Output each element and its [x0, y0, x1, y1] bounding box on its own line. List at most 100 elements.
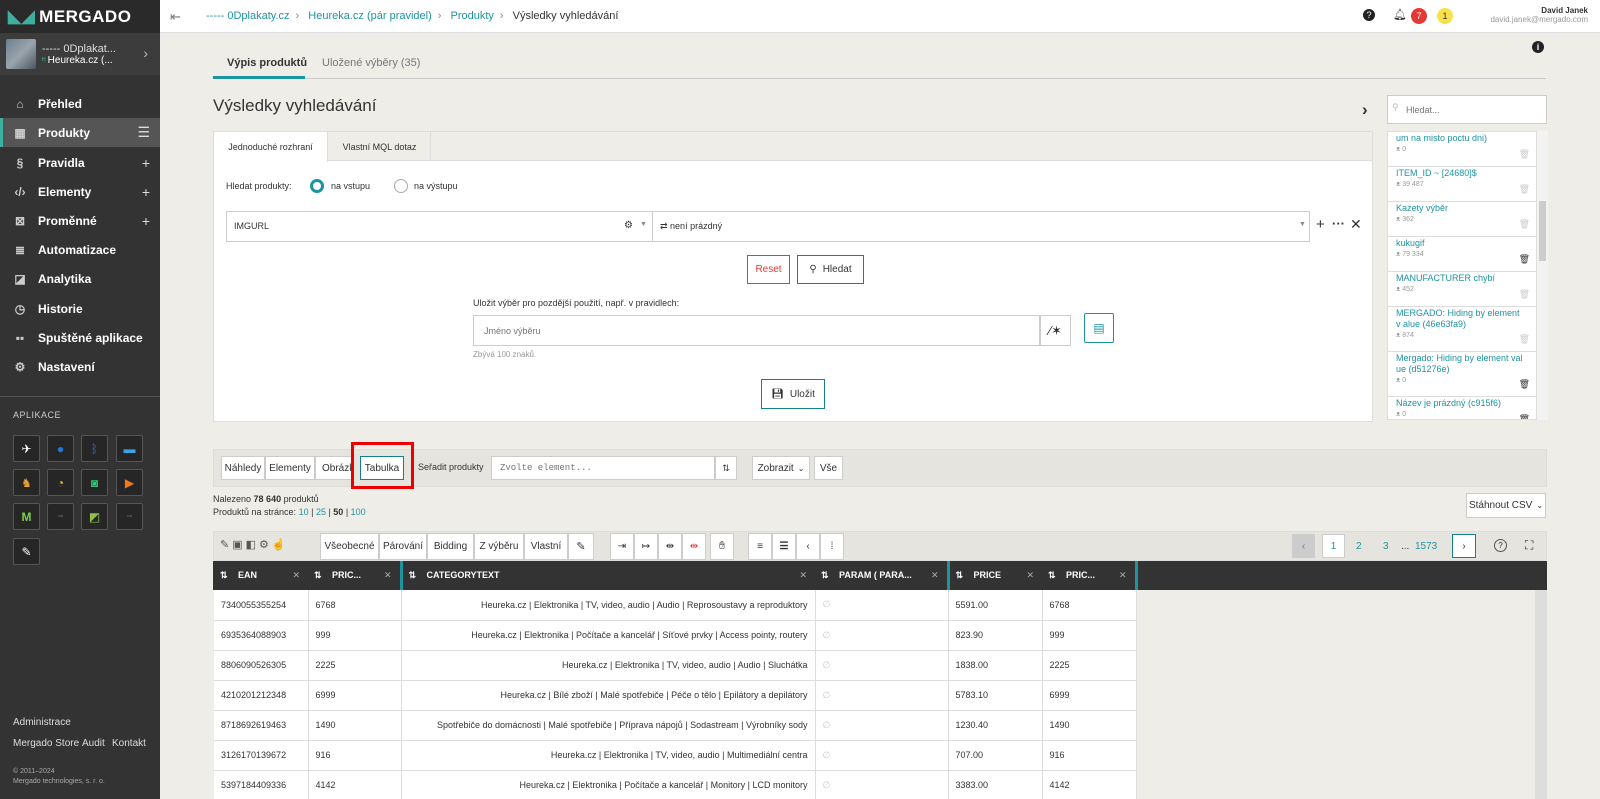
- info-icon[interactable]: i: [1532, 41, 1544, 53]
- table-cell[interactable]: 916: [1042, 740, 1137, 771]
- saved-selection-item[interactable]: Mergado: Hiding by element val ue (d5127…: [1388, 352, 1536, 397]
- help-icon[interactable]: ?: [1494, 539, 1507, 552]
- table-cell[interactable]: Heureka.cz | Elektronika | TV, video, au…: [401, 740, 816, 771]
- help-icon[interactable]: ?: [1363, 9, 1375, 21]
- mergado-logo[interactable]: ◣◢ MERGADO: [0, 0, 160, 33]
- page-1[interactable]: 1: [1322, 534, 1345, 558]
- cogs-icon[interactable]: ⚙: [624, 220, 633, 231]
- breadcrumb-project[interactable]: ----- 0Dplakaty.cz: [206, 10, 290, 22]
- saved-search-input[interactable]: [1387, 95, 1547, 124]
- magic-wand-icon[interactable]: ⁄✶: [1040, 315, 1071, 346]
- table-cell[interactable]: Heureka.cz | Elektronika | TV, video, au…: [401, 650, 816, 681]
- more-icon[interactable]: ···: [1332, 216, 1345, 231]
- app-icon-9[interactable]: M: [13, 503, 40, 530]
- saved-selection-item[interactable]: MERGADO: Hiding by element v alue (46e63…: [1388, 307, 1536, 352]
- table-cell[interactable]: 8718692619463: [214, 710, 309, 741]
- collapse-sidebar-icon[interactable]: ⇤: [170, 9, 181, 25]
- per-page-25[interactable]: 25: [316, 507, 326, 517]
- audit-link[interactable]: Audit: [82, 738, 105, 749]
- view-elementy[interactable]: Elementy: [265, 456, 315, 480]
- table-cell[interactable]: Spotřebiče do domácnosti | Malé spotřebi…: [401, 710, 816, 741]
- app-icon-10[interactable]: ▫▫: [47, 503, 74, 530]
- table-row[interactable]: 3126170139672 916 Heureka.cz | Elektronika…: [214, 740, 1137, 771]
- column-header[interactable]: ⇅ PARAM ( PARA... ✕: [815, 561, 950, 590]
- nav-produkty[interactable]: ▦ Produkty ☰: [0, 118, 160, 147]
- chevron-down-icon[interactable]: ▼: [640, 221, 647, 228]
- plus-icon[interactable]: +: [142, 155, 150, 171]
- sort-element-input[interactable]: [491, 456, 715, 480]
- app-icon-3[interactable]: ᛒ: [81, 435, 108, 462]
- sort-icon[interactable]: ⇅: [409, 570, 419, 580]
- dots-icon[interactable]: ⁞: [820, 533, 844, 560]
- sort-direction-icon[interactable]: ⇅: [715, 456, 737, 480]
- next-page-button[interactable]: ›: [1452, 534, 1476, 558]
- chevron-right-icon[interactable]: ›: [1362, 100, 1368, 120]
- column-header[interactable]: ⇅ EAN ✕: [214, 561, 308, 590]
- table-cell[interactable]: 4210201212348: [214, 680, 309, 711]
- table-cell[interactable]: 1490: [308, 710, 402, 741]
- close-icon[interactable]: ✕: [799, 570, 807, 581]
- table-cell[interactable]: 999: [308, 620, 402, 651]
- nav-historie[interactable]: ◷ Historie: [0, 294, 160, 323]
- sort-icon[interactable]: ⇅: [1048, 570, 1058, 580]
- trash-icon[interactable]: 🗑︎: [1519, 184, 1530, 195]
- group-z-vyberu[interactable]: Z výběru: [474, 533, 524, 560]
- condition-select[interactable]: ⇄ není prázdný: [660, 221, 722, 232]
- sort-icon[interactable]: ⇅: [314, 570, 324, 580]
- table-cell[interactable]: 6768: [1042, 590, 1137, 621]
- saved-selection-item[interactable]: kukugif ᴥ 79 334 🗑︎: [1388, 237, 1536, 272]
- trash-icon[interactable]: 🗑︎: [1519, 379, 1530, 390]
- trash-icon[interactable]: 🗑︎: [1519, 254, 1530, 265]
- nav-promenne[interactable]: ⊠ Proměnné +: [0, 206, 160, 235]
- sort-icon[interactable]: ⇅: [956, 570, 966, 580]
- nav-nastaveni[interactable]: ⚙ Nastavení: [0, 352, 160, 381]
- plus-icon[interactable]: +: [142, 213, 150, 229]
- admin-link[interactable]: Administrace: [13, 717, 71, 728]
- tab-simple-interface[interactable]: Jednoduché rozhraní: [214, 132, 328, 162]
- table-row[interactable]: 6935364088903 999 Heureka.cz | Elektronika…: [214, 620, 1137, 651]
- app-icon-7[interactable]: ◙: [81, 469, 108, 496]
- column-header[interactable]: ⇅ PRIC... ✕: [1042, 561, 1138, 590]
- column-header[interactable]: ⇅ CATEGORYTEXT ✕: [401, 561, 815, 590]
- table-cell[interactable]: Heureka.cz | Bílé zboží | Malé spotřebič…: [401, 680, 816, 711]
- table-row[interactable]: 5397184409336 4142 Heureka.cz | Elektronik…: [214, 770, 1137, 799]
- table-cell[interactable]: 4142: [1042, 770, 1137, 799]
- trash-icon[interactable]: 🗑︎: [1519, 219, 1530, 230]
- table-cell[interactable]: 5783.10: [948, 680, 1043, 711]
- nav-analytika[interactable]: ◪ Analytika: [0, 264, 160, 293]
- close-icon[interactable]: ✕: [1026, 570, 1034, 581]
- table-cell[interactable]: ∅: [815, 590, 949, 621]
- group-parovani[interactable]: Párování: [379, 533, 427, 560]
- tab-ulozene-vybery[interactable]: Uložené výběry (35): [322, 57, 420, 69]
- quote-icon[interactable]: ‹: [796, 533, 820, 560]
- column-icons[interactable]: ✎▣◧⚙☝: [220, 538, 289, 551]
- saved-selection-item[interactable]: ITEM_ID ~ [24680]$ ᴥ 39 487 🗑︎: [1388, 167, 1536, 202]
- table-cell[interactable]: Heureka.cz | Elektronika | TV, video, au…: [401, 590, 816, 621]
- table-row[interactable]: 8806090526305 2225 Heureka.cz | Elektronik…: [214, 650, 1137, 681]
- table-cell[interactable]: ∅: [815, 710, 949, 741]
- table-cell[interactable]: 5591.00: [948, 590, 1043, 621]
- save-button[interactable]: 💾︎ Uložit: [761, 379, 825, 409]
- table-row[interactable]: 4210201212348 6999 Heureka.cz | Bílé zboží…: [214, 680, 1137, 711]
- app-icon-2[interactable]: ●: [47, 435, 74, 462]
- app-icon-13[interactable]: ✎: [13, 538, 40, 565]
- table-cell[interactable]: ∅: [815, 650, 949, 681]
- calculator-icon[interactable]: ▤: [1084, 313, 1114, 343]
- page-3[interactable]: 3: [1383, 541, 1389, 552]
- highlight-column-icon[interactable]: ⇹: [682, 533, 706, 560]
- view-tabulka[interactable]: Tabulka: [360, 456, 404, 480]
- trash-icon[interactable]: 🗑︎: [1519, 334, 1530, 345]
- table-row[interactable]: 7340055355254 6768 Heureka.cz | Elektronik…: [214, 590, 1137, 621]
- close-icon[interactable]: ✕: [1119, 570, 1127, 581]
- reset-button[interactable]: Reset: [747, 255, 790, 284]
- close-icon[interactable]: ✕: [384, 570, 392, 581]
- view-nahledy[interactable]: Náhledy: [221, 456, 265, 480]
- page-2[interactable]: 2: [1356, 541, 1362, 552]
- table-cell[interactable]: 6768: [308, 590, 402, 621]
- app-icon-8[interactable]: ▶: [116, 469, 143, 496]
- sort-icon[interactable]: ⇅: [220, 570, 230, 580]
- breadcrumb-export[interactable]: Heureka.cz (pár pravidel): [308, 10, 432, 22]
- project-switcher[interactable]: ----- 0Dplakat... ᴴ Heureka.cz (... ›: [0, 33, 160, 75]
- show-all-button[interactable]: Vše: [814, 456, 843, 480]
- chevron-down-icon[interactable]: ▼: [1299, 221, 1306, 228]
